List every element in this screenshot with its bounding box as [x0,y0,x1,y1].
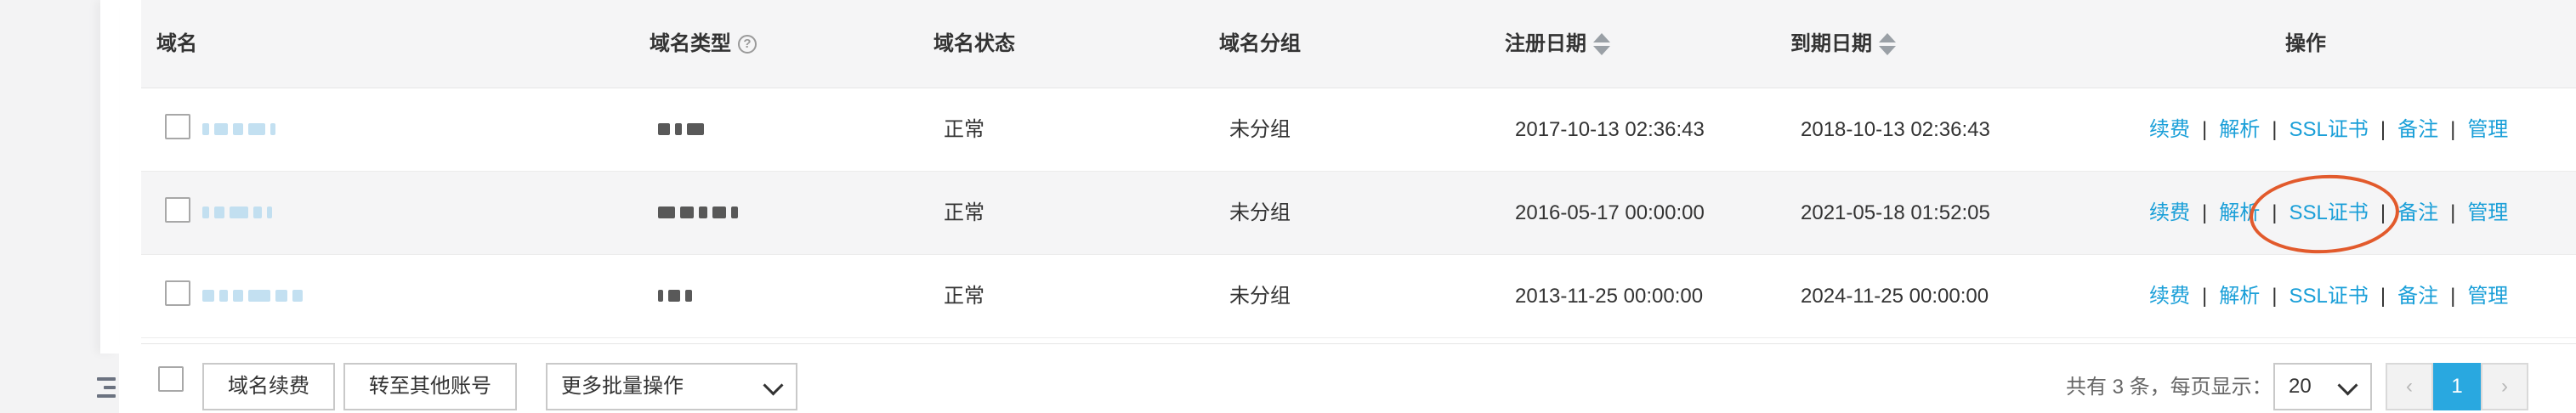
expiry-date: 2024-11-25 00:00:00 [1801,285,1989,308]
status-text: 正常 [944,285,984,308]
row-actions: 续费 | 解析 | SSL证书 | 备注 | 管理 [2149,116,2508,144]
left-sidebar [0,0,119,413]
registered-date: 2013-11-25 00:00:00 [1515,285,1704,308]
row-checkbox[interactable] [165,197,190,223]
select-all-checkbox[interactable] [158,366,184,392]
menu-toggle-icon[interactable] [97,377,116,398]
domain-table: 域名 域名类型 ? 域名状态 域名分组 注册日期 到期日期 操作 正常 未分组 … [141,0,2576,413]
renew-link[interactable]: 续费 [2149,282,2190,311]
table-row: 正常 未分组 2017-10-13 02:36:43 2018-10-13 02… [141,88,2576,172]
redacted-domain[interactable] [202,286,303,306]
redacted-domain-type [658,119,704,139]
status-text: 正常 [944,201,984,224]
ssl-certificate-link[interactable]: SSL证书 [2289,116,2368,144]
prev-page-button[interactable]: ‹ [2386,363,2433,410]
column-header-expires[interactable]: 到期日期 [1790,31,1896,58]
separator: | [2272,118,2278,141]
redacted-domain-type [658,202,738,223]
page-button-current[interactable]: 1 [2433,363,2481,410]
renew-domains-button[interactable]: 域名续费 [202,363,335,410]
row-checkbox[interactable] [165,280,190,306]
remark-link[interactable]: 备注 [2397,282,2438,311]
row-checkbox[interactable] [165,114,190,139]
redacted-domain[interactable] [202,119,275,139]
ssl-certificate-link[interactable]: SSL证书 [2289,282,2368,311]
table-row: 正常 未分组 2016-05-17 00:00:00 2021-05-18 01… [141,172,2576,255]
chevron-down-icon [763,375,784,396]
column-header-actions: 操作 [2285,32,2326,55]
renew-link[interactable]: 续费 [2149,199,2190,228]
separator: | [2450,118,2456,141]
registered-date: 2017-10-13 02:36:43 [1515,118,1705,141]
expiry-date: 2018-10-13 02:36:43 [1801,118,1990,141]
table-header: 域名 域名类型 ? 域名状态 域名分组 注册日期 到期日期 操作 [141,0,2576,88]
chevron-down-icon [2337,375,2358,396]
transfer-account-button[interactable]: 转至其他账号 [343,363,517,410]
next-page-button[interactable]: › [2481,363,2528,410]
page-size-select[interactable]: 20 [2273,363,2372,410]
registered-date: 2016-05-17 00:00:00 [1515,201,1705,224]
column-header-registered[interactable]: 注册日期 [1505,31,1610,58]
sidebar-edge [100,0,119,354]
sort-icon[interactable] [1593,33,1610,55]
separator: | [2380,118,2386,141]
dns-resolve-link[interactable]: 解析 [2219,116,2260,144]
ssl-certificate-link[interactable]: SSL证书 [2289,199,2368,228]
help-icon[interactable]: ? [738,35,757,54]
status-text: 正常 [944,118,984,141]
expiry-date: 2021-05-18 01:52:05 [1801,201,1990,224]
remark-link[interactable]: 备注 [2397,116,2438,144]
manage-link[interactable]: 管理 [2467,116,2508,144]
separator: | [2380,201,2386,224]
separator: | [2380,285,2386,308]
dns-resolve-link[interactable]: 解析 [2219,199,2260,228]
manage-link[interactable]: 管理 [2467,199,2508,228]
redacted-domain-type [658,286,692,306]
pagination: ‹ 1 › [2386,363,2528,410]
group-text: 未分组 [1229,118,1291,141]
manage-link[interactable]: 管理 [2467,282,2508,311]
column-header-group: 域名分组 [1219,32,1301,55]
separator: | [2272,201,2278,224]
redacted-domain[interactable] [202,202,272,223]
group-text: 未分组 [1229,201,1291,224]
sort-icon[interactable] [1879,33,1896,55]
row-actions: 续费 | 解析 | SSL证书 | 备注 | 管理 [2149,199,2508,228]
group-text: 未分组 [1229,285,1291,308]
page-size-value: 20 [2289,375,2312,398]
batch-actions-select[interactable]: 更多批量操作 [546,363,797,410]
separator: | [2272,285,2278,308]
batch-actions-select-label: 更多批量操作 [561,375,684,398]
separator: | [2450,285,2456,308]
column-header-status: 域名状态 [933,32,1015,55]
column-header-domain-type: 域名类型 ? [650,31,757,58]
table-row: 正常 未分组 2013-11-25 00:00:00 2024-11-25 00… [141,255,2576,338]
dns-resolve-link[interactable]: 解析 [2219,282,2260,311]
separator: | [2202,285,2208,308]
record-summary: 共有 3 条，每页显示： [2066,376,2272,399]
remark-link[interactable]: 备注 [2397,199,2438,228]
row-actions: 续费 | 解析 | SSL证书 | 备注 | 管理 [2149,282,2508,311]
separator: | [2202,201,2208,224]
table-footer: 域名续费 转至其他账号 更多批量操作 共有 3 条，每页显示： 20 ‹ 1 › [141,343,2576,413]
separator: | [2450,201,2456,224]
separator: | [2202,118,2208,141]
renew-link[interactable]: 续费 [2149,116,2190,144]
column-header-domain: 域名 [156,32,197,55]
